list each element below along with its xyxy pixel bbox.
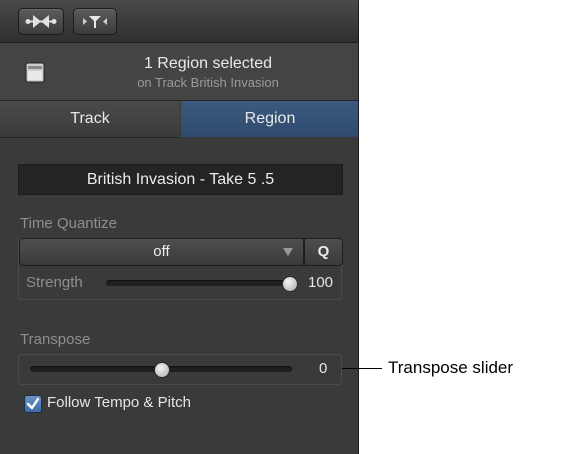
smart-controls-toggle-button[interactable] — [18, 8, 64, 35]
time-quantize-value: off — [153, 243, 170, 260]
region-icon — [25, 62, 45, 83]
checkmark-icon — [26, 397, 40, 410]
callout-text: Transpose slider — [388, 358, 514, 377]
time-quantize-popup[interactable]: off — [19, 238, 304, 266]
time-quantize-label: Time Quantize — [20, 215, 117, 232]
header-title: 1 Region selected — [143, 55, 273, 72]
region-name-field[interactable]: British Invasion - Take 5 .5 — [18, 164, 343, 195]
strength-slider-track[interactable] — [106, 280, 296, 286]
strength-label: Strength — [26, 274, 83, 291]
header-subtitle: on Track British Invasion — [137, 75, 279, 90]
callout-line — [342, 368, 382, 369]
transpose-label: Transpose — [20, 331, 91, 348]
midi-filter-toggle-button[interactable] — [73, 8, 117, 35]
follow-tempo-checkbox[interactable] — [24, 395, 42, 413]
toolbar — [0, 0, 359, 43]
strength-slider-knob[interactable] — [282, 276, 298, 292]
follow-tempo-label: Follow Tempo & Pitch — [47, 394, 191, 411]
bowtie-flex-icon — [25, 15, 57, 28]
quantize-button[interactable]: Q — [304, 238, 343, 266]
strength-value: 100 — [308, 274, 334, 291]
panel-edge — [358, 0, 359, 454]
selection-header: 1 Region selected on Track British Invas… — [0, 43, 359, 101]
chevron-down-icon — [283, 248, 293, 256]
transpose-value: 0 — [319, 360, 328, 377]
inspector-panel: 1 Region selected on Track British Invas… — [0, 0, 359, 454]
tab-track[interactable]: Track — [0, 101, 180, 138]
transpose-slider-knob[interactable] — [154, 362, 170, 378]
inspector-tabs: Track Region — [0, 101, 359, 138]
filter-funnel-icon — [83, 16, 107, 28]
tab-region[interactable]: Region — [181, 101, 359, 137]
